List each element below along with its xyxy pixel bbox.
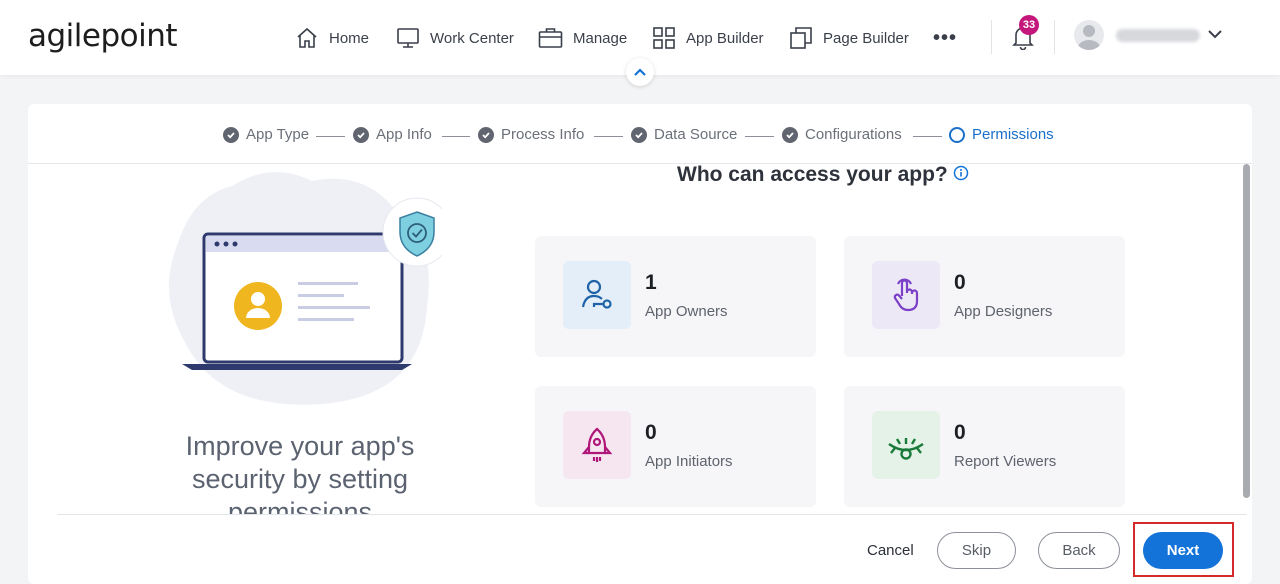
- rocket-icon: [563, 411, 631, 479]
- app-owners-label: App Owners: [645, 303, 728, 320]
- open-circle-icon: [949, 126, 965, 143]
- wizard-stepper: App Type App Info Process Info Data Sour…: [28, 104, 1252, 164]
- user-menu-toggle[interactable]: [1207, 27, 1223, 45]
- chevron-up-icon: [634, 68, 646, 76]
- step-label: App Type: [246, 126, 310, 143]
- nav-manage[interactable]: Manage: [538, 24, 627, 52]
- user-key-icon: [563, 261, 631, 329]
- monitor-icon: [397, 28, 419, 48]
- step-app-type[interactable]: App Type: [223, 126, 309, 143]
- report-viewers-label: Report Viewers: [954, 453, 1057, 470]
- collapse-nav-button[interactable]: [626, 58, 654, 86]
- step-label: Data Source: [654, 126, 738, 143]
- user-avatar[interactable]: [1074, 20, 1104, 50]
- home-icon: [297, 27, 317, 48]
- app-designers-label: App Designers: [954, 303, 1053, 320]
- step-permissions[interactable]: Permissions: [949, 126, 1054, 143]
- wizard-card: App Type App Info Process Info Data Sour…: [28, 104, 1252, 584]
- back-button[interactable]: Back: [1038, 532, 1120, 569]
- skip-button[interactable]: Skip: [937, 532, 1016, 569]
- nav-app-builder[interactable]: App Builder: [652, 24, 764, 52]
- nav-page-builder[interactable]: Page Builder: [789, 24, 909, 52]
- info-icon[interactable]: [953, 165, 969, 181]
- step-process-info[interactable]: Process Info: [478, 126, 584, 143]
- check-circle-icon: [478, 126, 494, 143]
- app-initiators-count: 0: [645, 421, 657, 444]
- briefcase-icon: [538, 28, 563, 48]
- nav-divider: [1054, 20, 1055, 54]
- step-connector: [913, 136, 942, 137]
- step-label: Process Info: [501, 126, 585, 143]
- nav-manage-label: Manage: [573, 29, 628, 47]
- security-illustration: [169, 172, 442, 405]
- agilepoint-logo[interactable]: agilepoint: [28, 18, 178, 54]
- check-circle-icon: [223, 126, 239, 143]
- step-configurations[interactable]: Configurations: [782, 126, 902, 143]
- step-connector: [745, 136, 774, 137]
- check-circle-icon: [782, 126, 798, 143]
- report-viewers-count: 0: [954, 421, 966, 444]
- step-connector: [442, 136, 470, 137]
- security-tagline: Improve your app's security by setting p…: [185, 431, 415, 514]
- step-connector: [316, 136, 345, 137]
- step-label: App Info: [376, 126, 432, 143]
- step-connector: [594, 136, 623, 137]
- check-circle-icon: [631, 126, 647, 143]
- app-initiators-label: App Initiators: [645, 453, 733, 470]
- grid-icon: [653, 27, 675, 49]
- nav-home[interactable]: Home: [295, 24, 369, 52]
- step-app-info[interactable]: App Info: [353, 126, 432, 143]
- step-label: Configurations: [805, 126, 902, 143]
- user-silhouette-icon: [1077, 25, 1101, 50]
- page-heading: Who can access your app?: [677, 163, 948, 186]
- eye-icon: [872, 411, 940, 479]
- cancel-button[interactable]: Cancel: [867, 542, 914, 559]
- app-initiators-card[interactable]: 0 App Initiators: [535, 386, 816, 507]
- nav-app-builder-label: App Builder: [686, 29, 764, 47]
- more-menu-button[interactable]: •••: [933, 27, 957, 50]
- chevron-down-icon: [1208, 30, 1222, 39]
- nav-work-center-label: Work Center: [430, 29, 514, 47]
- nav-divider: [991, 20, 992, 54]
- nav-work-center[interactable]: Work Center: [396, 24, 514, 52]
- app-owners-count: 1: [645, 271, 657, 294]
- nav-home-label: Home: [329, 29, 370, 47]
- app-owners-card[interactable]: 1 App Owners: [535, 236, 816, 357]
- step-data-source[interactable]: Data Source: [631, 126, 737, 143]
- pages-icon: [790, 27, 812, 49]
- step-label: Permissions: [972, 126, 1054, 143]
- pointer-hand-icon: [872, 261, 940, 329]
- content-scrollbar-thumb[interactable]: [1243, 164, 1250, 498]
- footer-divider: [57, 514, 1247, 515]
- report-viewers-card[interactable]: 0 Report Viewers: [844, 386, 1125, 507]
- check-circle-icon: [353, 126, 369, 143]
- nav-page-builder-label: Page Builder: [823, 29, 909, 47]
- next-button[interactable]: Next: [1143, 532, 1223, 569]
- app-designers-count: 0: [954, 271, 966, 294]
- notification-count-badge: 33: [1019, 15, 1039, 35]
- app-designers-card[interactable]: 0 App Designers: [844, 236, 1125, 357]
- user-name-redacted[interactable]: [1116, 29, 1200, 42]
